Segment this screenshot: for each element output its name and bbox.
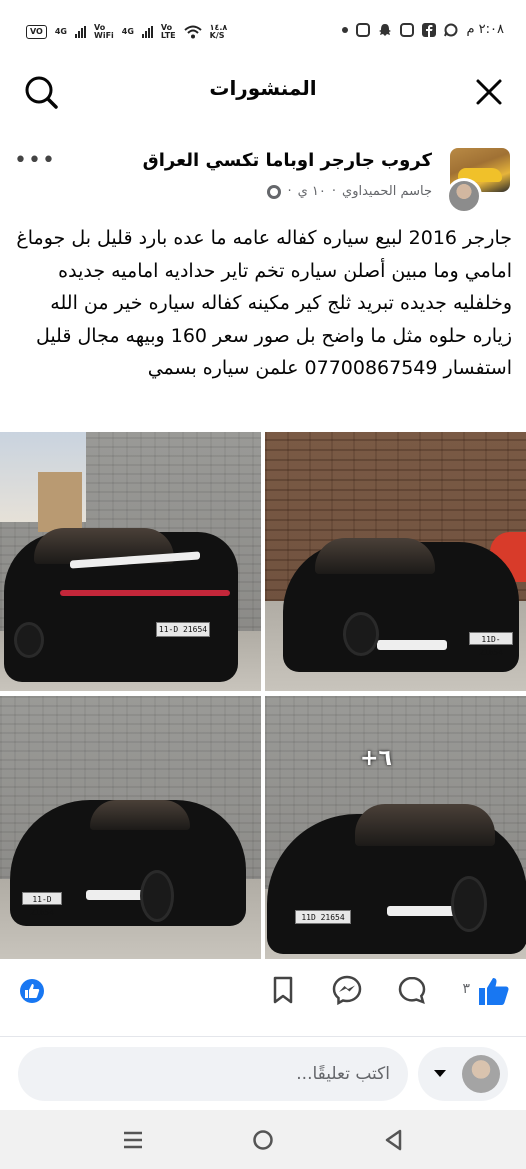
- gallery-icon: [400, 22, 415, 37]
- close-button[interactable]: [472, 75, 506, 109]
- license-plate: 11-D 21654: [156, 622, 210, 637]
- home-button[interactable]: [250, 1127, 276, 1153]
- sim2-signal-icon: [141, 26, 153, 38]
- recent-apps-icon: [124, 1131, 142, 1149]
- like-count: ٣: [462, 981, 470, 997]
- post-photo-grid: 11-D 21654 11D-21654 11-D 21654 11D 2165…: [0, 432, 526, 959]
- post-photo-3[interactable]: 11-D 21654: [0, 696, 261, 959]
- post-meta: جاسم الحميداوي · ١٠ ي ·: [267, 184, 432, 199]
- status-left: VO 4G Vo WiFi 4G Vo LTE ١٤.٨ K/S: [26, 24, 227, 40]
- top-app-bar: المنشورات: [0, 66, 526, 118]
- post-time[interactable]: ١٠ ي: [298, 184, 326, 199]
- comment-button[interactable]: [397, 975, 427, 1005]
- volte-badge: VO: [26, 25, 47, 39]
- avatar: [462, 1055, 500, 1093]
- system-navigation-bar: [0, 1110, 526, 1169]
- bookmark-icon: [273, 976, 293, 1004]
- comment-composer: اكتب تعليقًا...: [0, 1036, 526, 1110]
- post-photo-2[interactable]: 11D-21654: [265, 432, 526, 691]
- facebook-icon: [422, 22, 437, 37]
- chevron-down-icon: [434, 1070, 446, 1077]
- comment-input[interactable]: اكتب تعليقًا...: [18, 1047, 408, 1101]
- license-plate: 11-D 21654: [22, 892, 62, 917]
- back-button[interactable]: [381, 1127, 407, 1153]
- license-plate: 11D-21654: [469, 632, 513, 657]
- sim2-label: Vo LTE: [160, 23, 176, 40]
- instagram-icon: [356, 22, 371, 37]
- author-avatar[interactable]: [446, 178, 482, 214]
- post-actions-bar: ٣: [0, 962, 526, 1020]
- thumbs-up-icon: [25, 984, 40, 998]
- notification-dot-icon: [342, 26, 349, 33]
- post-photo-4[interactable]: 11D 21654 +٦: [265, 696, 526, 959]
- thumbs-up-icon: [479, 978, 509, 1005]
- post-header: كروب جارجر اوباما تكسي العراق جاسم الحمي…: [0, 140, 526, 220]
- page-title: المنشورات: [209, 76, 317, 100]
- status-right: ٢:٠٨ م: [342, 22, 504, 37]
- home-circle-icon: [253, 1130, 273, 1150]
- sim1-network: 4G: [54, 27, 67, 36]
- privacy-globe-icon: [267, 184, 282, 199]
- reactions-summary[interactable]: [20, 979, 44, 1003]
- snapchat-icon: [379, 23, 392, 36]
- net-speed: ١٤.٨ K/S: [209, 23, 228, 40]
- clock: ٢:٠٨ م: [466, 22, 504, 37]
- post-avatar[interactable]: [446, 148, 510, 214]
- license-plate: 11D 21654: [295, 910, 351, 924]
- comment-bubble-icon: [398, 976, 426, 1005]
- sim1-label: Vo WiFi: [94, 23, 114, 40]
- close-icon: [476, 79, 502, 105]
- messenger-icon: [332, 975, 362, 1006]
- post-photo-1[interactable]: 11-D 21654: [0, 432, 261, 691]
- save-button[interactable]: [268, 975, 298, 1005]
- author-name-link[interactable]: جاسم الحميداوي: [342, 184, 432, 199]
- comment-as-switcher[interactable]: [418, 1047, 508, 1101]
- wifi-icon: [183, 25, 202, 39]
- status-bar: VO 4G Vo WiFi 4G Vo LTE ١٤.٨ K/S ٢:٠٨ م: [0, 0, 526, 66]
- recent-apps-button[interactable]: [120, 1127, 146, 1153]
- post-body-text: جارجر 2016 لبيع سياره كفاله عامه ما عده …: [16, 227, 512, 379]
- post-options-button[interactable]: •••: [14, 148, 56, 173]
- more-horizontal-icon: •••: [14, 148, 56, 173]
- whatsapp-icon: [444, 23, 458, 36]
- like-button[interactable]: [478, 976, 510, 1006]
- sim2-network: 4G: [121, 27, 134, 36]
- back-triangle-icon: [385, 1129, 402, 1151]
- send-messenger-button[interactable]: [332, 975, 362, 1006]
- group-name-link[interactable]: كروب جارجر اوباما تكسي العراق: [143, 150, 432, 171]
- more-photos-count[interactable]: +٦: [360, 746, 392, 771]
- sim1-signal-icon: [75, 26, 86, 38]
